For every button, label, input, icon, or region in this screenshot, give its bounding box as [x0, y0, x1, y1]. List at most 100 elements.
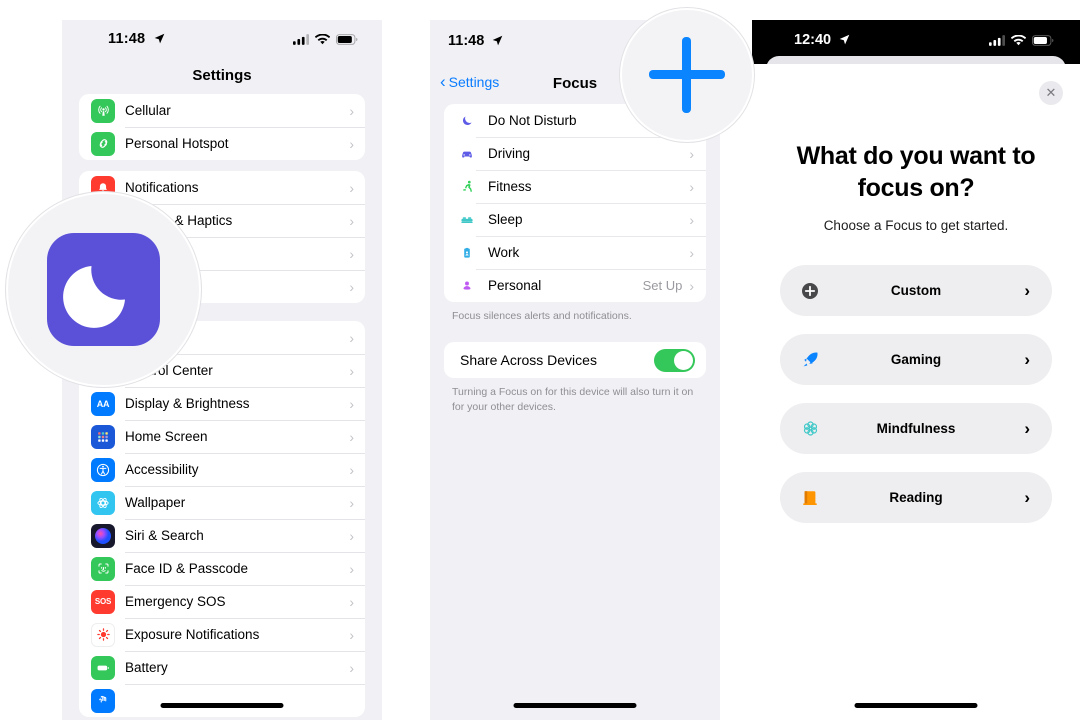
focus-modes-footnote: Focus silences alerts and notifications.: [452, 310, 632, 322]
running-person-icon: [458, 179, 476, 194]
wallpaper-icon: [91, 490, 115, 515]
sidebar-item-label: Face ID & Passcode: [125, 561, 249, 576]
status-bar: 11:48: [62, 20, 382, 62]
focus-option-gaming[interactable]: Gaming ›: [780, 334, 1052, 385]
home-indicator: [513, 703, 637, 708]
focus-chooser-phone-panel: 12:40 ✕ What do you want to focus on? Ch…: [752, 20, 1080, 720]
chevron-right-icon: ›: [349, 278, 354, 295]
status-time-text: 11:48: [108, 31, 146, 47]
list-item-fitness[interactable]: Fitness ›: [444, 170, 706, 203]
share-across-devices-card: Share Across Devices: [444, 342, 706, 379]
id-badge-icon: [458, 246, 476, 260]
wifi-icon: [1010, 33, 1027, 51]
list-item-label: Personal: [488, 278, 542, 293]
chevron-right-icon: ›: [349, 626, 354, 643]
chevron-right-icon: ›: [349, 362, 354, 379]
moon-icon: [458, 113, 476, 128]
sidebar-item-label: Personal Hotspot: [125, 136, 229, 151]
cellular-antenna-icon: [91, 98, 115, 123]
page-title: Settings: [192, 67, 252, 84]
chevron-right-icon: ›: [349, 494, 354, 511]
home-screen-icon: [91, 424, 115, 449]
focus-app-icon-magnifier: [6, 192, 201, 387]
chevron-right-icon: ›: [1024, 281, 1030, 300]
chevron-right-icon: ›: [349, 560, 354, 577]
sidebar-item-personal-hotspot[interactable]: Personal Hotspot ›: [79, 127, 365, 160]
sidebar-item-label: Battery: [125, 660, 168, 675]
battery-green-icon: [91, 655, 115, 680]
sidebar-item-siri-search[interactable]: Siri & Search ›: [79, 519, 365, 552]
sidebar-item-battery[interactable]: Battery ›: [79, 651, 365, 684]
focus-option-label: Reading: [889, 490, 943, 505]
status-time: 11:48: [108, 31, 165, 47]
list-item-label: Work: [488, 245, 520, 260]
location-arrow-icon: [154, 32, 165, 48]
focus-option-label: Gaming: [890, 352, 942, 367]
focus-option-list: Custom › Gaming › Mindfulness › Reading …: [780, 265, 1052, 523]
sidebar-item-face-id-passcode[interactable]: Face ID & Passcode ›: [79, 552, 365, 585]
plus-vertical-bar: [682, 37, 691, 113]
wifi-icon: [314, 32, 331, 50]
toggle-knob: [674, 350, 693, 370]
sidebar-item-label: Wallpaper: [125, 495, 186, 510]
status-icons: [989, 33, 1054, 51]
sidebar-item-cellular[interactable]: Cellular ›: [79, 94, 365, 127]
list-item-personal[interactable]: Personal Set Up ›: [444, 269, 706, 302]
list-item-driving[interactable]: Driving ›: [444, 137, 706, 170]
chevron-right-icon: ›: [689, 145, 694, 162]
chevron-right-icon: ›: [349, 102, 354, 119]
chevron-right-icon: ›: [349, 593, 354, 610]
sidebar-item-label: Exposure Notifications: [125, 627, 260, 642]
settings-group-connectivity: Cellular › Personal Hotspot ›: [79, 94, 365, 160]
share-across-devices-toggle[interactable]: [654, 348, 695, 372]
focus-option-mindfulness[interactable]: Mindfulness ›: [780, 403, 1052, 454]
focus-option-reading[interactable]: Reading ›: [780, 472, 1052, 523]
focus-option-label: Mindfulness: [876, 421, 956, 436]
list-item-sleep[interactable]: Sleep ›: [444, 203, 706, 236]
list-item-label: Sleep: [488, 212, 523, 227]
sidebar-item-emergency-sos[interactable]: SOS Emergency SOS ›: [79, 585, 365, 618]
status-icons: [293, 32, 358, 50]
status-time-text: 11:48: [448, 33, 485, 49]
close-icon[interactable]: ✕: [1039, 81, 1063, 105]
plus-icon: [649, 37, 725, 113]
sidebar-item-exposure-notifications[interactable]: Exposure Notifications ›: [79, 618, 365, 651]
location-arrow-icon: [839, 33, 850, 49]
focus-option-label: Custom: [890, 283, 942, 298]
chevron-right-icon: ›: [689, 211, 694, 228]
siri-icon: [91, 523, 115, 548]
privacy-hand-icon: [91, 688, 115, 713]
chevron-right-icon: ›: [349, 428, 354, 445]
chevron-right-icon: ›: [689, 244, 694, 261]
sidebar-item-accessibility[interactable]: Accessibility ›: [79, 453, 365, 486]
sidebar-item-display-brightness[interactable]: AA Display & Brightness ›: [79, 387, 365, 420]
bed-icon: [458, 212, 476, 228]
chevron-right-icon: ›: [349, 461, 354, 478]
sidebar-item-label: Home Screen: [125, 429, 208, 444]
chevron-right-icon: ›: [689, 178, 694, 195]
sidebar-item-privacy-partial[interactable]: [79, 684, 365, 717]
person-icon: [458, 279, 476, 293]
car-icon: [458, 146, 476, 162]
chevron-right-icon: ›: [689, 277, 694, 294]
emergency-sos-icon: SOS: [91, 589, 115, 614]
status-time-text: 12:40: [794, 32, 832, 48]
share-across-devices-row[interactable]: Share Across Devices: [444, 342, 706, 378]
sidebar-item-wallpaper[interactable]: Wallpaper ›: [79, 486, 365, 519]
share-across-devices-label: Share Across Devices: [460, 352, 597, 369]
status-time: 12:40: [794, 32, 850, 48]
face-id-icon: [91, 556, 115, 581]
cellular-bars-icon: [989, 33, 1005, 51]
exposure-notifications-icon: [91, 622, 115, 647]
focus-option-custom[interactable]: Custom ›: [780, 265, 1052, 316]
battery-icon: [336, 32, 358, 50]
sidebar-item-home-screen[interactable]: Home Screen ›: [79, 420, 365, 453]
sidebar-item-label: Siri & Search: [125, 528, 204, 543]
share-across-devices-footnote: Turning a Focus on for this device will …: [452, 386, 694, 414]
chevron-right-icon: ›: [349, 395, 354, 412]
sidebar-item-label: Accessibility: [125, 462, 199, 477]
list-item-work[interactable]: Work ›: [444, 236, 706, 269]
chevron-right-icon: ›: [349, 135, 354, 152]
